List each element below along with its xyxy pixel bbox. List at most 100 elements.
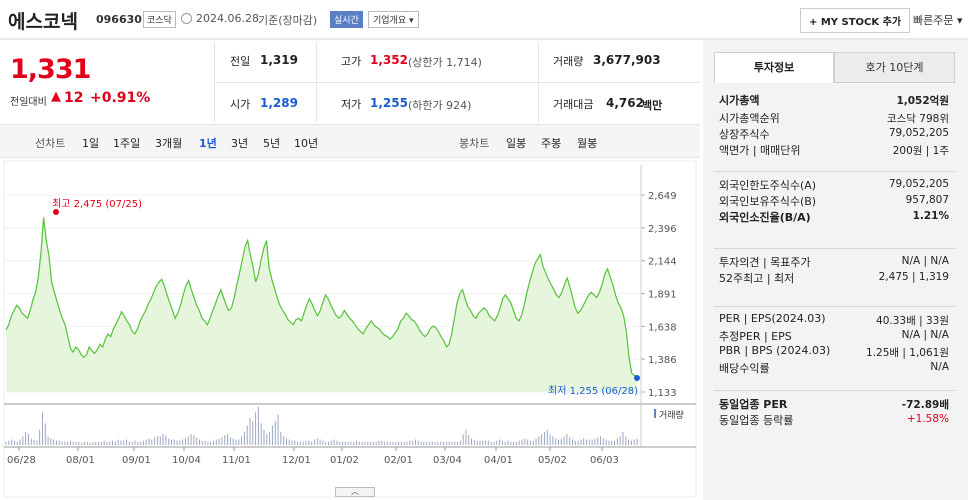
up-triangle-icon: ▲ — [51, 89, 61, 104]
y-tick-label: 1,638 — [648, 322, 677, 333]
change-amount: 12 — [64, 90, 84, 106]
x-tick-label: 09/01 — [122, 455, 151, 466]
min-label: 최저 1,255 (06/28) — [548, 385, 638, 397]
info-label: 동일업종 PER — [719, 398, 788, 411]
y-tick-label: 1,133 — [648, 388, 677, 399]
current-price: 1,331 — [10, 54, 91, 85]
info-label: PBR | BPS (2024.03) — [719, 344, 831, 357]
info-label: 시가총액순위 — [719, 112, 780, 125]
lower-limit: (하한가 924) — [408, 99, 472, 112]
x-tick-label: 08/01 — [66, 455, 95, 466]
tab-orderbook[interactable]: 호가 10단계 — [834, 52, 955, 83]
prev-label: 전일 — [230, 55, 251, 68]
volume-value: 3,677,903 — [593, 53, 661, 67]
y-tick-label: 2,649 — [648, 191, 677, 202]
info-label: 액면가 | 매매단위 — [719, 144, 801, 157]
info-label: 외국인소진율(B/A) — [719, 211, 811, 224]
caret-down-icon: ▾ — [956, 14, 963, 27]
prev-value: 1,319 — [260, 53, 298, 67]
high-value: 1,352 — [370, 53, 408, 67]
x-tick-label: 04/01 — [484, 455, 513, 466]
y-tick-label: 1,386 — [648, 355, 677, 366]
info-value: 79,052,205 — [888, 127, 949, 139]
info-value: +1.58% — [906, 413, 949, 425]
info-label: PER | EPS(2024.03) — [719, 312, 826, 325]
info-value: 79,052,205 — [888, 178, 949, 190]
y-tick-label: 2,396 — [648, 224, 677, 235]
low-value: 1,255 — [370, 96, 408, 110]
tab-3m[interactable]: 3개월 — [155, 135, 182, 151]
mystock-add-button[interactable]: + MY STOCK 추가 — [800, 8, 911, 33]
info-value: -72.89배 — [901, 399, 949, 411]
info-label: 추정PER | EPS — [719, 330, 792, 343]
volume-legend-swatch — [654, 409, 656, 418]
right-panel: 투자정보 호가 10단계 시가총액 1,052억원 시가총액순위 코스닥 798위 상장… — [703, 40, 968, 500]
chart-collapse-button[interactable]: ︿ — [335, 487, 375, 497]
x-tick-label: 11/01 — [222, 455, 251, 466]
x-tick-label: 06/28 — [7, 455, 36, 466]
clock-icon — [181, 13, 192, 24]
info-value: 1.21% — [912, 210, 949, 222]
tab-1w[interactable]: 1주일 — [113, 135, 140, 151]
info-label: 외국인한도주식수(A) — [719, 179, 817, 192]
tab-3y[interactable]: 3년 — [231, 135, 248, 151]
x-tick-label: 03/04 — [433, 455, 462, 466]
tab-investment-info-label: 투자정보 — [753, 61, 795, 74]
open-label: 시가 — [230, 98, 251, 111]
price-chart[interactable]: 2,649 2,396 2,144 1,891 1,638 1,386 1,133 최고 2,… — [0, 160, 700, 500]
amount-value: 4,762 — [606, 96, 644, 110]
high-label: 고가 — [341, 55, 362, 68]
info-label: 52주최고 | 최저 — [719, 272, 795, 285]
stock-name[interactable]: 에스코넥 — [8, 7, 78, 34]
tab-5y[interactable]: 5년 — [263, 135, 280, 151]
info-label: 상장주식수 — [719, 128, 770, 141]
amount-label: 거래대금 — [553, 98, 594, 111]
x-tick-label: 05/02 — [538, 455, 567, 466]
stock-code: 096630 — [96, 13, 142, 26]
info-value: N/A | N/A — [901, 329, 949, 341]
tab-orderbook-label: 호가 10단계 — [865, 61, 924, 74]
tab-10y[interactable]: 10년 — [294, 135, 318, 151]
tab-investment-info[interactable]: 투자정보 — [714, 52, 834, 83]
x-tick-label: 10/04 — [172, 455, 201, 466]
date-text: 2024.06.28 — [196, 12, 259, 25]
y-tick-label: 2,144 — [648, 257, 677, 268]
tab-1y[interactable]: 1년 — [199, 135, 217, 151]
upper-limit: (상한가 1,714) — [408, 56, 482, 69]
tab-weekly[interactable]: 주봉 — [541, 135, 561, 151]
volume-legend-label: 거래량 — [659, 409, 684, 421]
max-label: 최고 2,475 (07/25) — [52, 198, 142, 210]
volume-label: 거래량 — [553, 55, 584, 68]
chart-tab-bar: 선차트 1일 1주일 3개월 1년 3년 5년 10년 봉차트 일봉 주봉 월봉 — [0, 124, 700, 158]
x-tick-label: 01/02 — [330, 455, 359, 466]
info-label: 외국인보유주식수(B) — [719, 195, 817, 208]
market-badge: 코스닥 — [143, 11, 176, 28]
stats-grid: 전일 1,319 고가 1,352 (상한가 1,714) 거래량 3,677,… — [216, 42, 700, 122]
change-label: 전일대비 — [10, 97, 47, 108]
chevron-up-icon: ︿ — [351, 487, 359, 496]
tab-daily[interactable]: 일봉 — [506, 135, 526, 151]
info-value: 200원 | 1주 — [892, 145, 949, 157]
change-rate: +0.91% — [90, 90, 151, 106]
info-value: 2,475 | 1,319 — [878, 271, 949, 283]
investment-info-list: 시가총액 1,052억원 시가총액순위 코스닥 798위 상장주식수 79,052,205… — [714, 83, 955, 493]
info-label: 시가총액 — [719, 94, 760, 107]
info-value: 1.25배 | 1,061원 — [866, 347, 949, 359]
realtime-badge[interactable]: 실시간 — [330, 11, 363, 28]
candle-chart-label: 봉차트 — [459, 137, 490, 150]
price-summary: 1,331 전일대비 ▲ 12 +0.91% — [0, 42, 215, 122]
x-tick-label: 02/01 — [384, 455, 413, 466]
info-label: 배당수익률 — [719, 362, 770, 375]
basis-text: 기준(장마감) — [258, 14, 318, 27]
x-tick-label: 06/03 — [590, 455, 619, 466]
company-overview-button[interactable]: 기업개요 ▾ — [368, 11, 419, 28]
quick-order-label: 빠른주문 — [913, 14, 954, 27]
company-overview-label: 기업개요 — [373, 16, 407, 26]
amount-unit: 백만 — [642, 99, 663, 112]
info-label: 동일업종 등락률 — [719, 414, 794, 427]
tab-monthly[interactable]: 월봉 — [577, 135, 597, 151]
info-value: 40.33배 | 33원 — [876, 315, 949, 327]
quick-order-button[interactable]: 빠른주문 ▾ — [913, 12, 963, 28]
header-bar: 에스코넥 096630 코스닥 2024.06.28 기준(장마감) 실시간 기… — [0, 0, 968, 40]
tab-1d[interactable]: 1일 — [82, 135, 99, 151]
